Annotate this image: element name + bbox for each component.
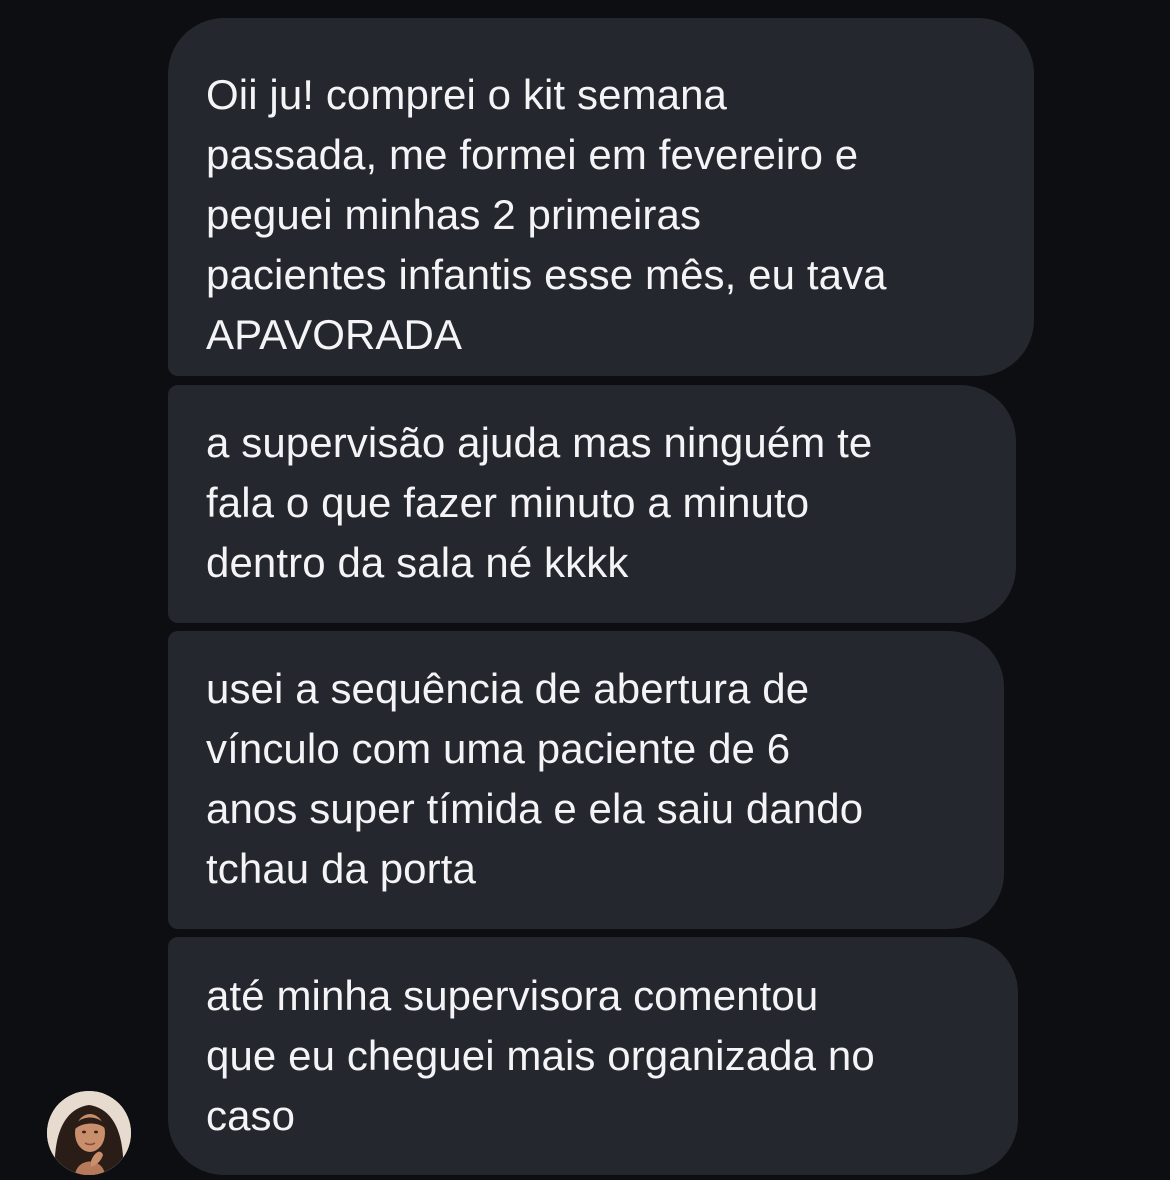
message-bubble[interactable]: usei a sequência de abertura de vínculo … <box>168 631 1004 929</box>
message-bubble[interactable]: a supervisão ajuda mas ninguém te fala o… <box>168 385 1016 623</box>
message-bubble[interactable]: Oii ju! comprei o kit semana passada, me… <box>168 18 1034 376</box>
avatar-photo-icon[interactable] <box>47 1091 131 1175</box>
chat-screen: Oii ju! comprei o kit semana passada, me… <box>0 0 1170 1180</box>
message-bubble[interactable]: até minha supervisora comentou que eu ch… <box>168 937 1018 1175</box>
